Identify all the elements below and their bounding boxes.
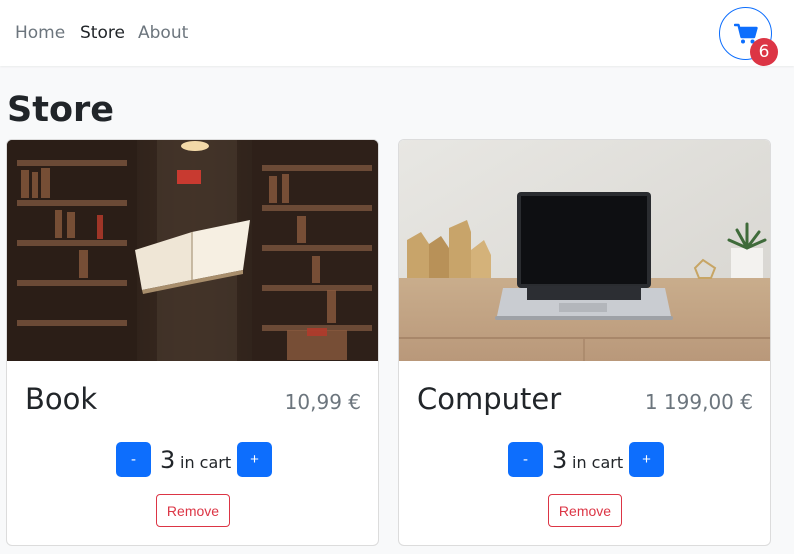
increment-button[interactable]: + <box>629 442 664 477</box>
nav-link-home[interactable]: Home <box>15 22 65 44</box>
nav-link-about[interactable]: About <box>138 22 188 44</box>
in-cart-label: in cart <box>180 453 232 472</box>
product-card-computer: Computer 1 199,00 € - 3 in cart + Remove <box>398 139 771 546</box>
navbar: Home Store About 6 <box>0 0 794 66</box>
product-image-computer <box>399 140 770 361</box>
product-image-book <box>7 140 378 361</box>
nav-link-store[interactable]: Store <box>80 22 125 44</box>
product-name: Computer <box>417 382 562 416</box>
cart-count-badge: 6 <box>750 38 778 66</box>
remove-button[interactable]: Remove <box>548 494 622 527</box>
in-cart-label: in cart <box>572 453 624 472</box>
decrement-button[interactable]: - <box>508 442 543 477</box>
product-card-book: Book 10,99 € - 3 in cart + Remove <box>6 139 379 546</box>
quantity-stepper: - 3 in cart + <box>7 442 378 478</box>
quantity-value: 3 <box>552 446 568 474</box>
quantity-value: 3 <box>160 446 176 474</box>
product-name: Book <box>25 382 98 416</box>
remove-button[interactable]: Remove <box>156 494 230 527</box>
quantity-stepper: - 3 in cart + <box>399 442 770 478</box>
page-title: Store <box>7 90 114 130</box>
product-price: 1 199,00 € <box>644 390 753 414</box>
increment-button[interactable]: + <box>237 442 272 477</box>
decrement-button[interactable]: - <box>116 442 151 477</box>
product-price: 10,99 € <box>284 390 361 414</box>
